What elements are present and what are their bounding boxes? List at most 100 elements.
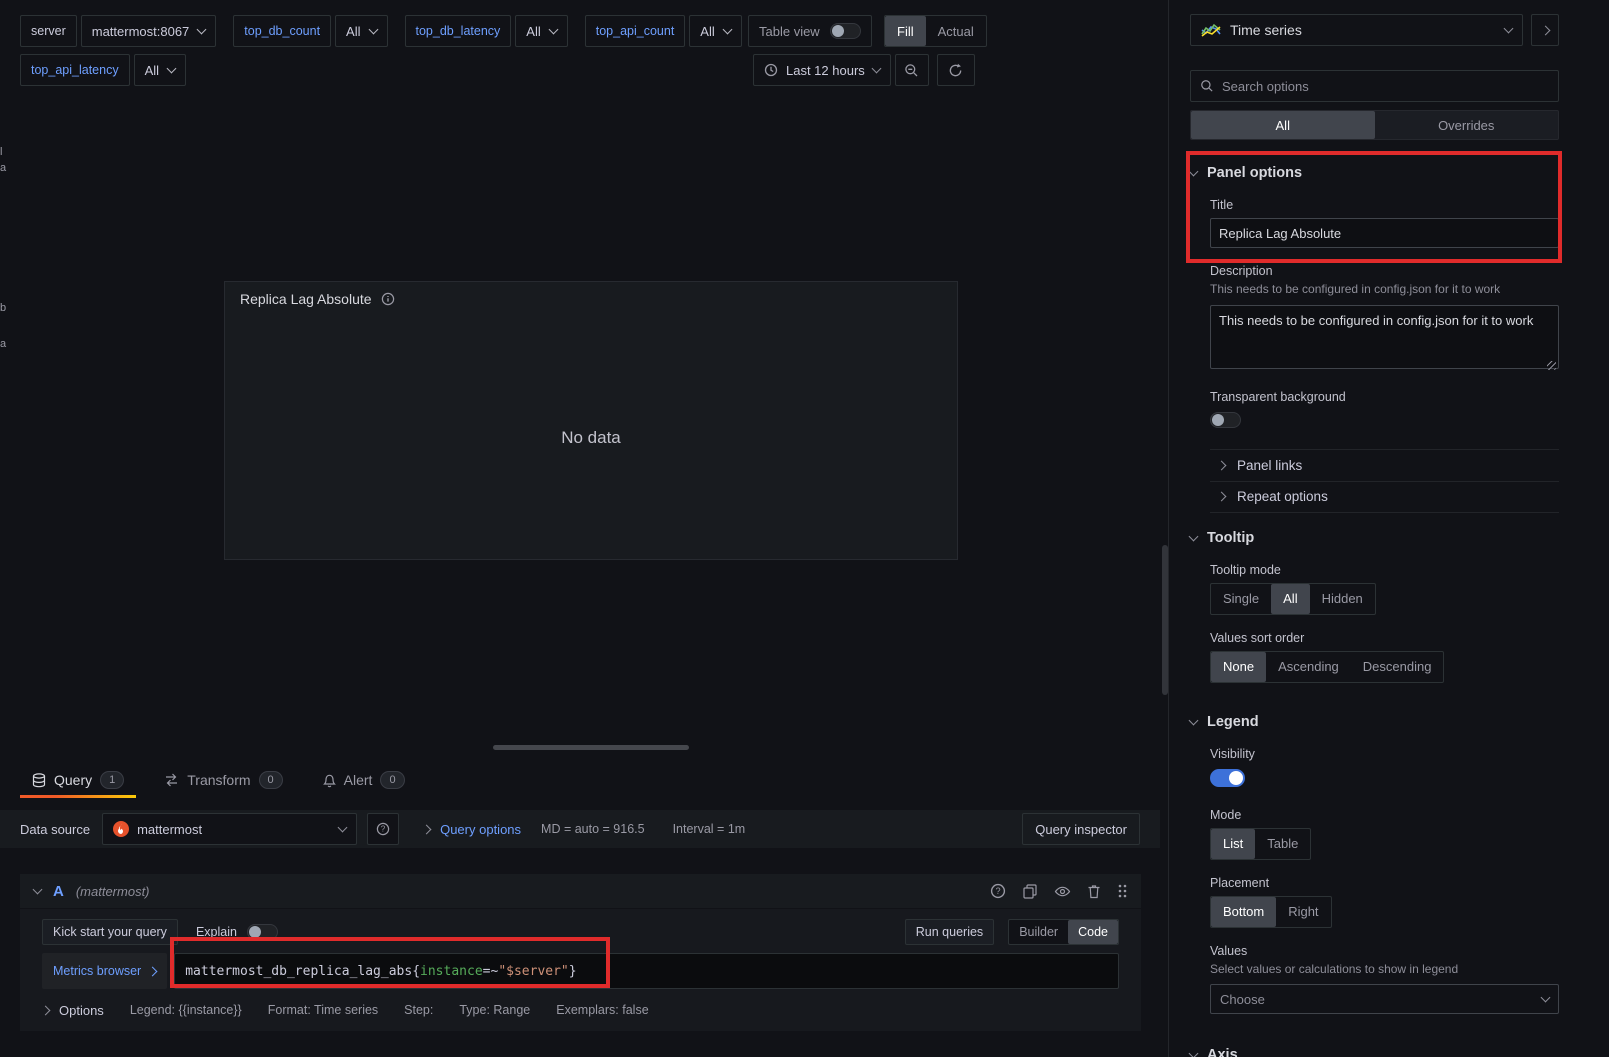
run-queries-button[interactable]: Run queries	[905, 919, 994, 945]
legend-values-select[interactable]: Choose	[1210, 984, 1559, 1014]
options-pane: Time series All Overrides Panel options …	[1180, 0, 1609, 1057]
tab-alert[interactable]: Alert 0	[323, 771, 405, 789]
tooltip-mode-single[interactable]: Single	[1211, 584, 1271, 614]
legend-mode-list[interactable]: List	[1211, 829, 1255, 859]
promql-label: instance	[420, 964, 483, 979]
panel-preview[interactable]: Replica Lag Absolute No data	[224, 281, 958, 560]
builder-option[interactable]: Builder	[1009, 920, 1068, 944]
info-icon[interactable]	[381, 292, 395, 306]
clipped-text-fragment: a	[0, 162, 8, 174]
tab-overrides[interactable]: Overrides	[1375, 111, 1559, 139]
transparent-background-label: Transparent background	[1210, 390, 1559, 404]
panel-body: No data	[225, 316, 957, 559]
chevron-down-icon	[548, 25, 558, 35]
tooltip-header[interactable]: Tooltip	[1190, 529, 1559, 547]
variable-value-top-api-count[interactable]: All	[689, 15, 741, 47]
variable-value-top-db-count[interactable]: All	[335, 15, 387, 47]
legend-visibility-switch[interactable]	[1210, 769, 1245, 787]
axis-header[interactable]: Axis	[1190, 1046, 1559, 1057]
variable-top-db-latency: top_db_latency All	[405, 15, 568, 47]
values-sort-order-label: Values sort order	[1210, 631, 1559, 645]
search-options-input[interactable]	[1222, 79, 1549, 94]
variable-value-top-db-latency[interactable]: All	[515, 15, 567, 47]
time-range-picker[interactable]: Last 12 hours	[753, 54, 891, 86]
panel-links-expander[interactable]: Panel links	[1210, 449, 1559, 481]
legend-values-hint: Select values or calculations to show in…	[1210, 962, 1559, 978]
query-row-header[interactable]: A (mattermost) ?	[20, 874, 1141, 908]
chevron-right-icon	[1217, 492, 1227, 502]
transparent-background-switch[interactable]	[1210, 412, 1241, 428]
chevron-down-icon	[1541, 993, 1551, 1003]
fill-actual-group: Fill Actual	[884, 15, 987, 47]
title-label: Title	[1210, 198, 1559, 212]
sort-none[interactable]: None	[1211, 652, 1266, 682]
viz-name: Time series	[1230, 22, 1496, 38]
placement-right[interactable]: Right	[1276, 897, 1330, 927]
duplicate-query-icon[interactable]	[1022, 883, 1038, 899]
panel-title-input[interactable]	[1210, 218, 1559, 248]
query-inspector-button[interactable]: Query inspector	[1022, 813, 1140, 845]
database-icon	[32, 773, 46, 788]
query-row-actions: ?	[990, 883, 1127, 899]
delete-query-trash-icon[interactable]	[1087, 884, 1101, 899]
legend-mode-table[interactable]: Table	[1255, 829, 1310, 859]
chevron-down-icon	[871, 64, 881, 74]
explain-switch[interactable]	[247, 924, 278, 940]
tab-all[interactable]: All	[1191, 111, 1375, 139]
options-search[interactable]	[1190, 70, 1559, 102]
grafana-panel-edit: server mattermost:8067 top_db_count All …	[0, 0, 1609, 1057]
variable-value-server[interactable]: mattermost:8067	[81, 15, 217, 47]
sort-ascending[interactable]: Ascending	[1266, 652, 1351, 682]
drag-handle-icon[interactable]	[1117, 883, 1127, 899]
sort-descending[interactable]: Descending	[1351, 652, 1444, 682]
query-options-toggle[interactable]: Query options	[423, 822, 521, 837]
promql-expression-input[interactable]: mattermost_db_replica_lag_abs{instance=~…	[174, 953, 1119, 989]
hide-query-eye-icon[interactable]	[1054, 884, 1071, 899]
panel-header[interactable]: Replica Lag Absolute	[225, 282, 957, 316]
datasource-help-button[interactable]: ?	[367, 813, 399, 845]
variable-value-top-api-latency[interactable]: All	[134, 54, 186, 86]
options-expander[interactable]: Options	[42, 1003, 104, 1018]
chevron-right-icon	[1540, 25, 1550, 35]
svg-text:?: ?	[381, 825, 386, 834]
tab-transform[interactable]: Transform 0	[164, 771, 282, 789]
promql-string: "$server"	[498, 964, 568, 979]
metrics-browser-button[interactable]: Metrics browser	[42, 953, 167, 989]
main-scrollbar-thumb[interactable]	[1162, 545, 1168, 695]
variable-label-top-db-count: top_db_count	[233, 15, 331, 47]
tooltip-mode-hidden[interactable]: Hidden	[1310, 584, 1375, 614]
query-options-footer: Options Legend: {{instance}} Format: Tim…	[42, 999, 1119, 1021]
collapse-pane-button[interactable]	[1531, 14, 1559, 46]
variable-top-api-count: top_api_count All	[585, 15, 742, 47]
refresh-button[interactable]	[937, 54, 975, 86]
code-option[interactable]: Code	[1068, 920, 1118, 944]
time-series-icon	[1201, 22, 1221, 38]
visualization-picker[interactable]: Time series	[1190, 14, 1523, 46]
explain-toggle[interactable]: Explain	[196, 924, 278, 940]
zoom-out-button[interactable]	[895, 54, 929, 86]
panel-description-textarea[interactable]: This needs to be configured in config.js…	[1210, 305, 1559, 369]
variable-label-top-db-latency: top_db_latency	[405, 15, 512, 47]
fill-option[interactable]: Fill	[885, 16, 926, 46]
clipped-text-fragment: b	[0, 302, 8, 314]
query-toolbar-right: Run queries Builder Code	[905, 919, 1119, 945]
options-filter-tabs: All Overrides	[1190, 110, 1559, 140]
actual-option[interactable]: Actual	[926, 16, 986, 46]
repeat-options-expander[interactable]: Repeat options	[1210, 481, 1559, 513]
panel-resize-handle[interactable]	[493, 745, 689, 750]
kick-start-query-button[interactable]: Kick start your query	[42, 919, 178, 945]
viz-picker-row: Time series	[1190, 14, 1559, 46]
placement-bottom[interactable]: Bottom	[1211, 897, 1276, 927]
tooltip-mode-all[interactable]: All	[1271, 584, 1309, 614]
legend-header[interactable]: Legend	[1190, 713, 1559, 731]
panel-options-header[interactable]: Panel options	[1190, 164, 1559, 182]
table-view-toggle[interactable]: Table view	[748, 15, 872, 47]
tab-query[interactable]: Query 1	[32, 771, 124, 789]
switch-knob	[1229, 771, 1243, 785]
promql-metric: mattermost_db_replica_lag_abs{	[185, 964, 420, 979]
datasource-picker[interactable]: mattermost	[102, 813, 357, 845]
chevron-down-icon	[1189, 531, 1199, 541]
query-help-icon[interactable]: ?	[990, 883, 1006, 899]
collapse-query-icon[interactable]	[33, 885, 43, 895]
table-view-switch[interactable]	[830, 23, 861, 39]
